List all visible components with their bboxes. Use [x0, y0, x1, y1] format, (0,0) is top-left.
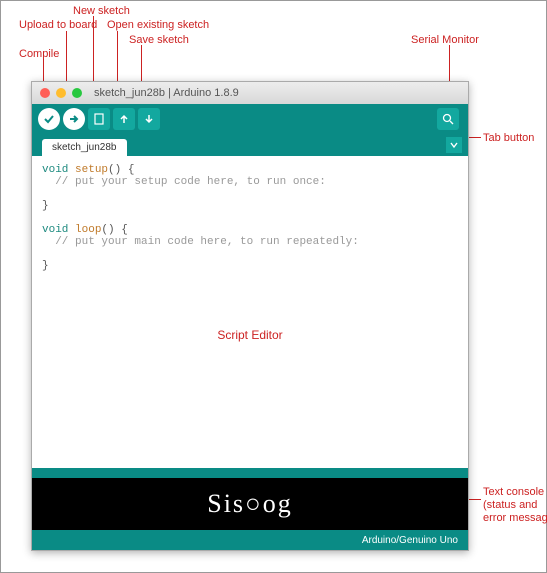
board-label: Arduino/Genuino Uno [362, 535, 458, 546]
ann-console: Text console (status and error messages) [483, 486, 547, 526]
titlebar: sketch_jun28b | Arduino 1.8.9 [32, 82, 468, 104]
zoom-icon[interactable] [72, 88, 82, 98]
code-fn: loop [75, 224, 101, 236]
code-kw: void [42, 224, 68, 236]
sketch-tab[interactable]: sketch_jun28b [42, 139, 127, 156]
save-button[interactable] [138, 108, 160, 130]
arrow-up-icon [118, 113, 130, 125]
text-console: Sis○og [32, 478, 468, 530]
code-comment: // put your main code here, to run repea… [42, 236, 359, 248]
file-icon [93, 113, 105, 125]
arrow-down-icon [143, 113, 155, 125]
arrow-right-icon [68, 113, 80, 125]
close-icon[interactable] [40, 88, 50, 98]
serial-monitor-button[interactable] [437, 108, 459, 130]
new-button[interactable] [88, 108, 110, 130]
ann-upload: Upload to board [19, 19, 97, 32]
code-comment: // put your setup code here, to run once… [42, 176, 326, 188]
ann-new: New sketch [73, 5, 130, 18]
chevron-down-icon [449, 140, 459, 150]
tabbar: sketch_jun28b [32, 134, 468, 156]
ann-script-editor: Script Editor [217, 328, 282, 342]
ann-tab: Tab button [483, 132, 534, 145]
magnifier-icon [442, 113, 454, 125]
minimize-icon[interactable] [56, 88, 66, 98]
ann-serial: Serial Monitor [411, 34, 479, 47]
compile-button[interactable] [38, 108, 60, 130]
statusbar: Arduino/Genuino Uno [32, 530, 468, 550]
arduino-window: sketch_jun28b | Arduino 1.8.9 sketch_jun… [31, 81, 469, 551]
code-editor[interactable]: void setup() { // put your setup code he… [32, 156, 468, 468]
open-button[interactable] [113, 108, 135, 130]
code-fn: setup [75, 164, 108, 176]
upload-button[interactable] [63, 108, 85, 130]
ann-open: Open existing sketch [107, 19, 209, 32]
toolbar [32, 104, 468, 134]
tab-menu-button[interactable] [446, 137, 462, 153]
ann-save: Save sketch [129, 34, 189, 47]
status-strip [32, 468, 468, 478]
window-controls [40, 88, 82, 98]
console-logo: Sis○og [207, 489, 293, 519]
ann-compile: Compile [19, 48, 59, 61]
window-title: sketch_jun28b | Arduino 1.8.9 [94, 87, 239, 99]
check-icon [43, 113, 55, 125]
code-kw: void [42, 164, 68, 176]
